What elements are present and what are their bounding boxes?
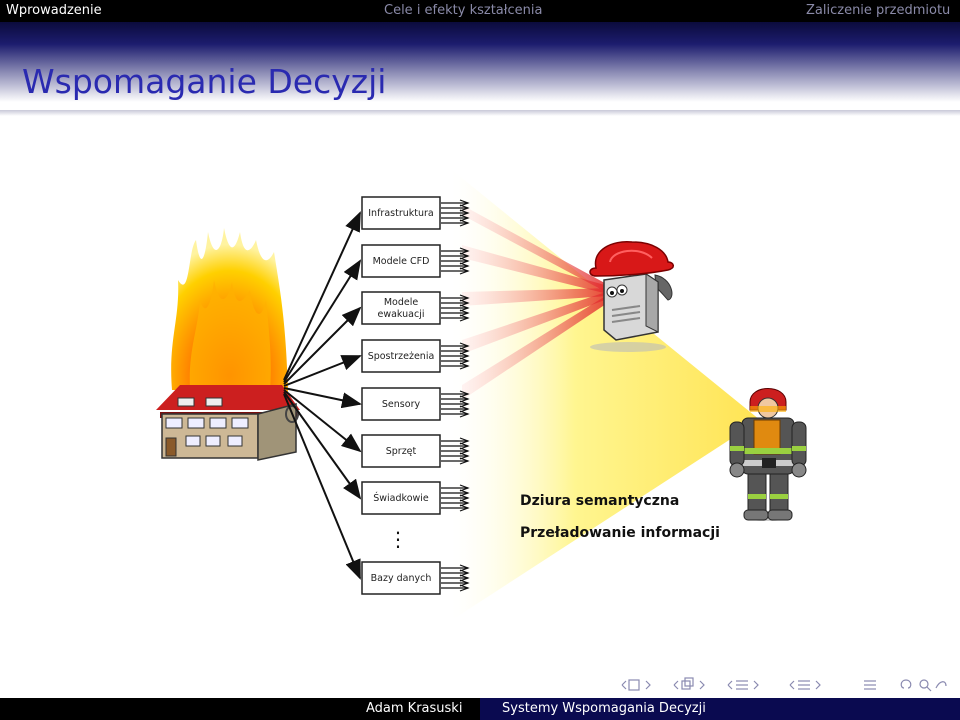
box-label: Bazy danych <box>371 573 432 584</box>
box-label: Modele CFD <box>373 256 430 267</box>
box-label: Sensory <box>382 399 421 410</box>
ellipsis-more-sources: ⋮ <box>388 527 408 551</box>
box-bazy-danych: Bazy danych <box>361 561 441 595</box>
box-label: Świadkowie <box>373 492 429 504</box>
box-label: Sprzęt <box>386 446 417 457</box>
box-modele-ewakuacji: Modele ewakuacji <box>361 291 441 325</box>
beamer-navigation-symbols[interactable] <box>620 676 950 694</box>
nav-document-icon[interactable] <box>789 680 821 690</box>
footer-bar: Adam Krasuski Systemy Wspomagania Decyzj… <box>0 698 960 720</box>
footer-author: Adam Krasuski <box>366 701 463 716</box>
box-sprzet: Sprzęt <box>361 434 441 468</box>
information-beam <box>452 170 760 620</box>
box-infrastruktura: Infrastruktura <box>361 196 441 230</box>
box-spostrzezenia: Spostrzeżenia <box>361 339 441 373</box>
information-overload-label: Przeładowanie informacji <box>520 525 720 541</box>
decision-support-diagram: Infrastruktura Modele CFD Modele ewakuac… <box>156 170 807 620</box>
box-label: Spostrzeżenia <box>368 351 435 362</box>
nav-section-icon[interactable] <box>727 680 759 690</box>
burning-house-icon <box>156 228 300 461</box>
box-swiadkowie: Świadkowie <box>361 481 441 515</box>
box-modele-cfd: Modele CFD <box>361 244 441 278</box>
nav-appendix-icon[interactable] <box>864 680 876 690</box>
nav-subsection-icon[interactable] <box>673 677 705 690</box>
source-arrows <box>283 211 362 580</box>
nav-search-icon[interactable] <box>900 679 947 692</box>
footer-presentation-title: Systemy Wspomagania Decyzji <box>502 701 706 716</box>
semantic-gap-label: Dziura semantyczna <box>520 493 679 509</box>
box-label-line1: Modele <box>384 297 419 308</box>
box-label: Infrastruktura <box>368 208 433 219</box>
nav-frame-icon[interactable] <box>621 679 651 691</box>
box-label-line2: ewakuacji <box>378 309 425 320</box>
box-sensory: Sensory <box>361 387 441 421</box>
